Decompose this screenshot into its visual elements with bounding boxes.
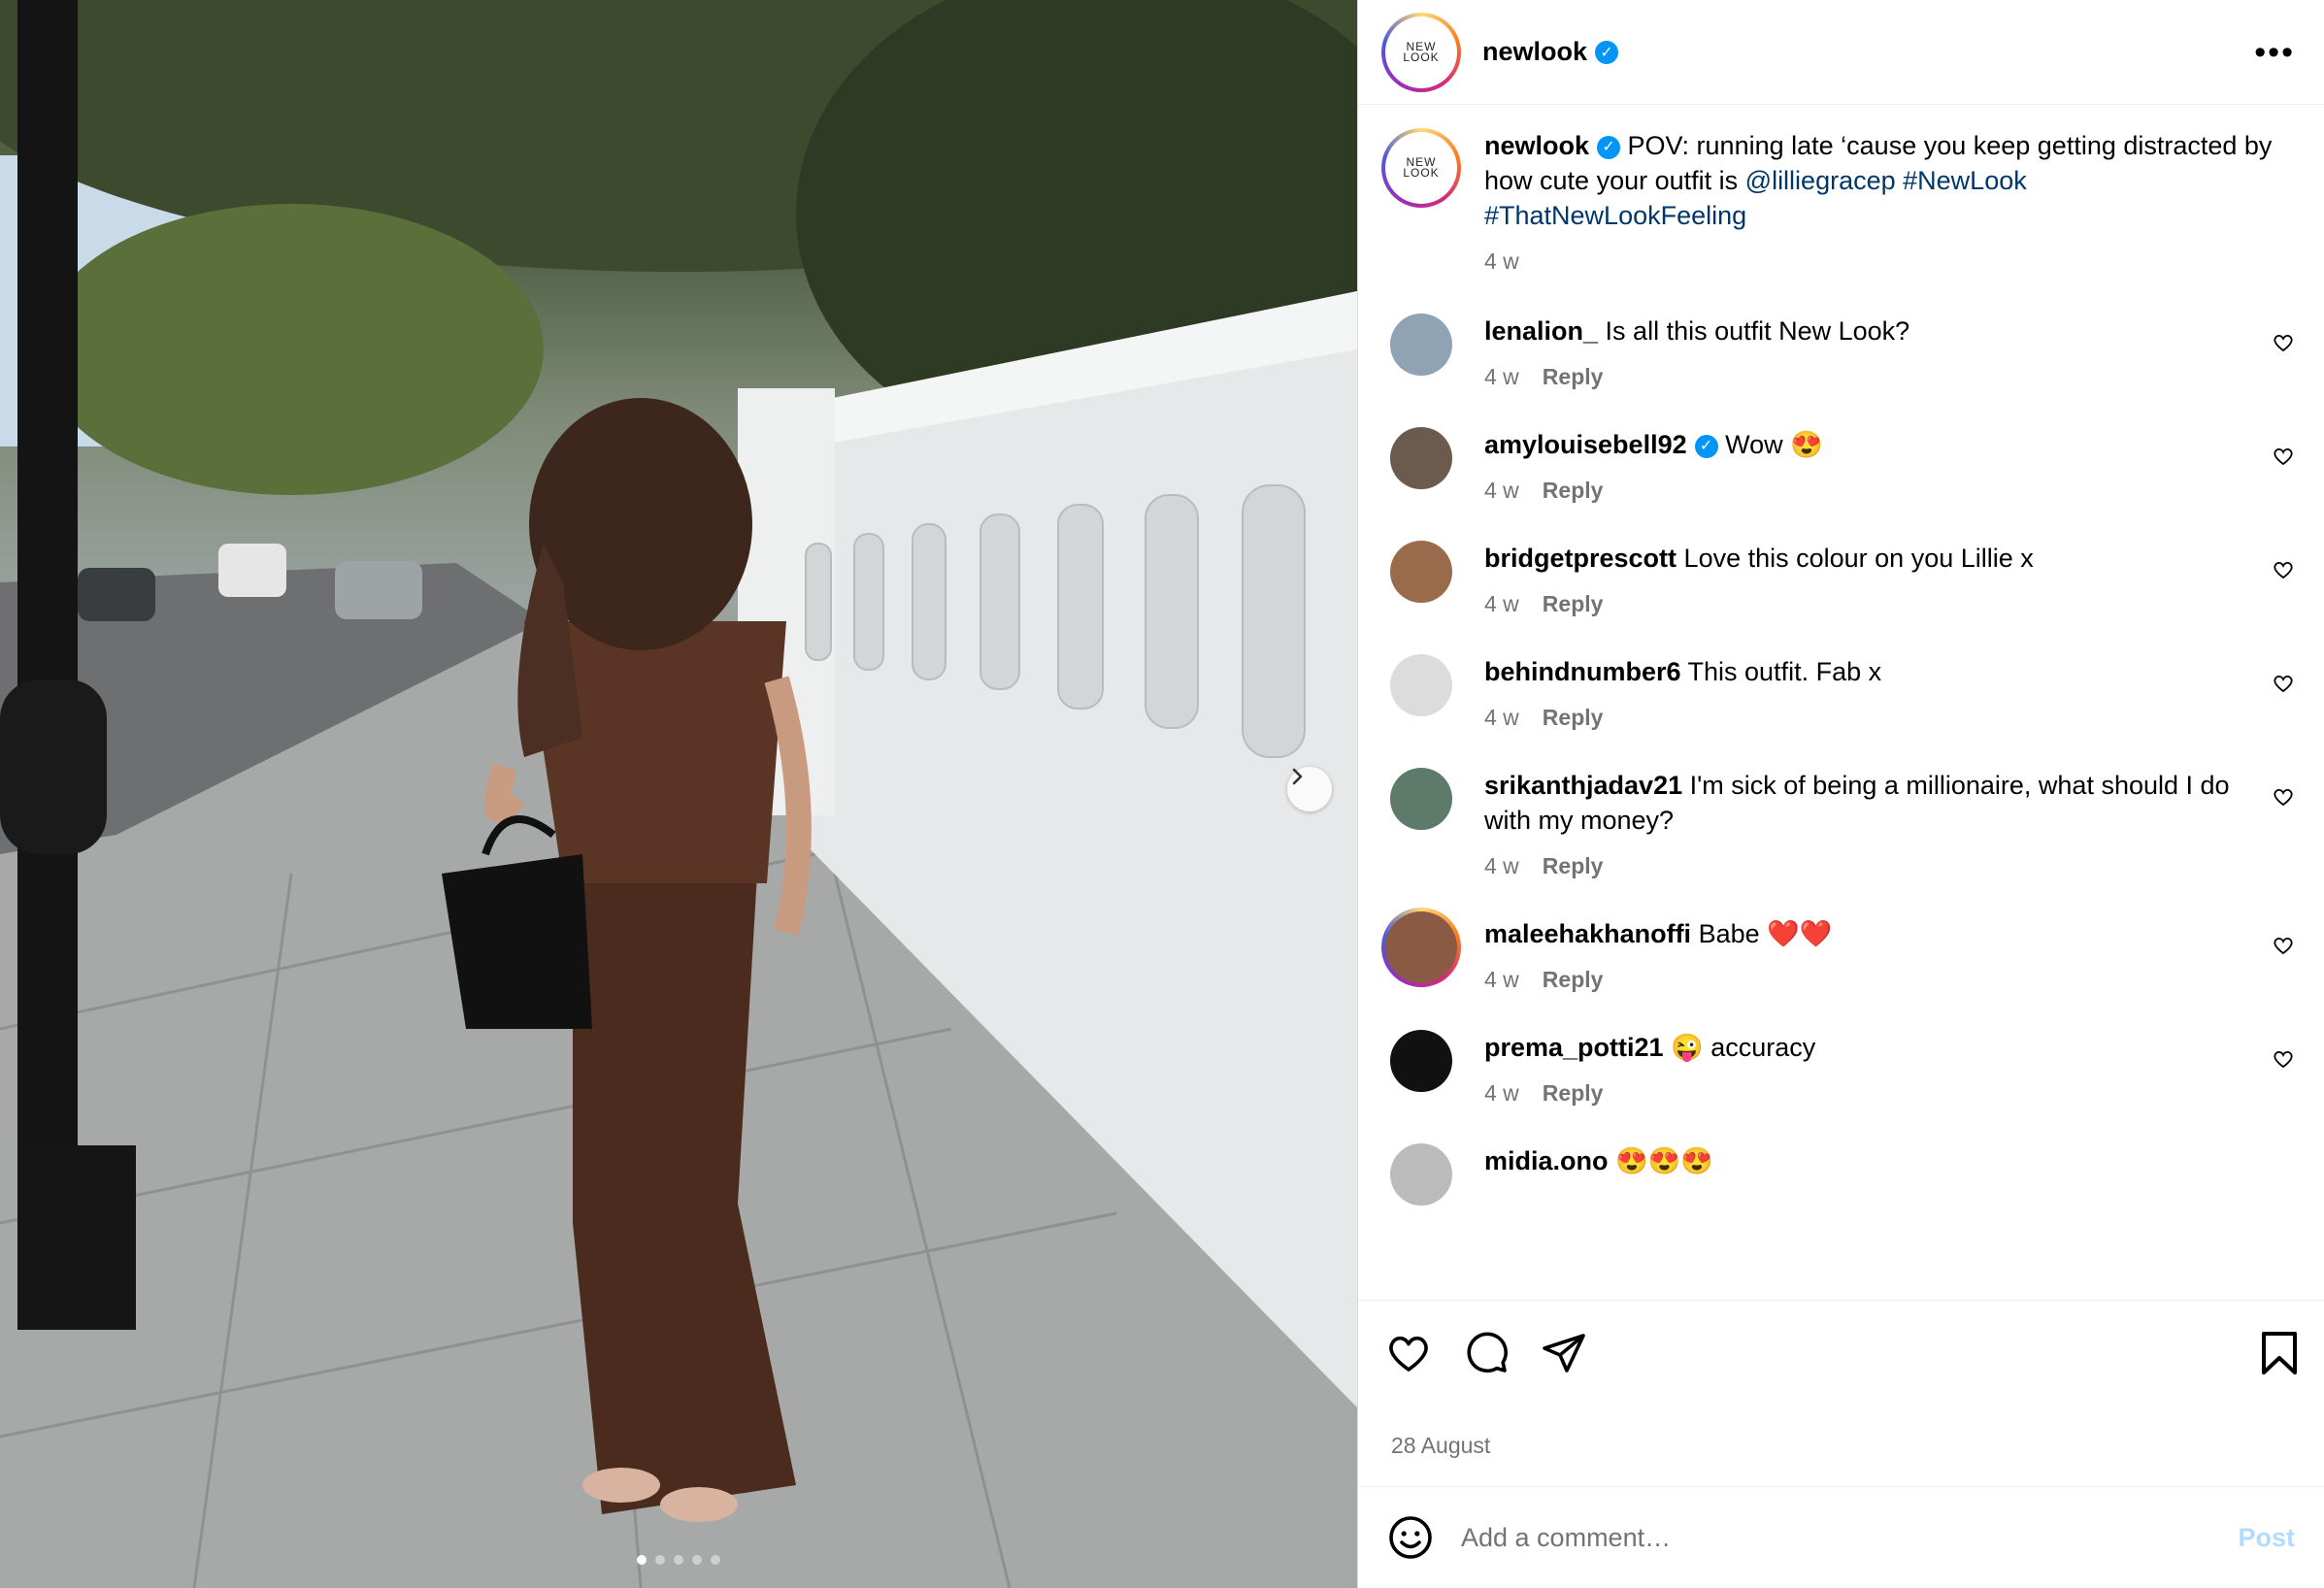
verified-badge-icon: ✓ xyxy=(1595,40,1619,64)
post-date[interactable]: 28 August xyxy=(1358,1405,2324,1487)
comment-text: 😜 accuracy xyxy=(1671,1033,1816,1062)
comment-time[interactable]: 4 w xyxy=(1484,591,1519,617)
share-button[interactable] xyxy=(1541,1330,1587,1376)
comment-text: 😍😍😍 xyxy=(1615,1146,1713,1175)
comment-item: srikanthjadav21 I'm sick of being a mill… xyxy=(1381,768,2295,879)
author-username[interactable]: newlook xyxy=(1482,37,1587,67)
comment-input[interactable] xyxy=(1459,1521,2239,1554)
reply-button[interactable]: Reply xyxy=(1543,705,1604,731)
paper-plane-icon xyxy=(1543,1333,1585,1373)
comment-text: Love this colour on you Lillie x xyxy=(1683,544,2034,573)
comment-username[interactable]: prema_potti21 xyxy=(1484,1033,1664,1062)
comment-text: Babe ❤️❤️ xyxy=(1698,919,1833,948)
comment-username[interactable]: amylouisebell92 xyxy=(1484,430,1687,459)
commenter-avatar[interactable] xyxy=(1390,1030,1452,1092)
verified-badge-icon: ✓ xyxy=(1694,434,1718,458)
commenter-avatar[interactable] xyxy=(1381,908,1461,987)
comment-item: bridgetprescott Love this colour on you … xyxy=(1381,541,2295,617)
carousel-dot xyxy=(711,1555,720,1565)
comment-username[interactable]: midia.ono xyxy=(1484,1146,1609,1175)
carousel-dot xyxy=(655,1555,665,1565)
caption-text: newlook ✓ POV: running late ‘cause you ke… xyxy=(1484,128,2295,233)
comment-username[interactable]: srikanthjadav21 xyxy=(1484,771,1682,800)
comment-button[interactable] xyxy=(1463,1330,1510,1376)
caption-avatar[interactable]: NEW LOOK xyxy=(1381,128,1461,208)
carousel-indicator xyxy=(0,1555,1357,1565)
commenter-avatar[interactable] xyxy=(1390,314,1452,376)
reply-button[interactable]: Reply xyxy=(1543,364,1604,390)
like-button[interactable] xyxy=(1385,1330,1432,1376)
heart-icon[interactable] xyxy=(2272,672,2295,695)
comment-time[interactable]: 4 w xyxy=(1484,1080,1519,1107)
chevron-right-icon xyxy=(1292,768,1303,785)
comment-username[interactable]: bridgetprescott xyxy=(1484,544,1677,573)
comment-text: Is all this outfit New Look? xyxy=(1605,316,1910,346)
verified-badge-icon: ✓ xyxy=(1597,135,1621,159)
add-comment-bar: Post xyxy=(1358,1487,2324,1588)
post-side-panel: NEW LOOK newlook ✓ ••• NEW LOOK newlook ✓… xyxy=(1357,0,2324,1588)
heart-icon[interactable] xyxy=(2272,934,2295,957)
comment-item: midia.ono 😍😍😍 xyxy=(1381,1143,2295,1206)
reply-button[interactable]: Reply xyxy=(1543,591,1604,617)
comment-item: lenalion_ Is all this outfit New Look? 4… xyxy=(1381,314,2295,390)
comment-item: prema_potti21 😜 accuracy 4 w Reply xyxy=(1381,1030,2295,1107)
caption: NEW LOOK newlook ✓ POV: running late ‘cau… xyxy=(1381,128,2295,275)
hashtag-link[interactable]: #NewLook xyxy=(1903,166,2027,195)
heart-icon[interactable] xyxy=(2272,331,2295,354)
carousel-dot xyxy=(637,1555,647,1565)
author-avatar[interactable]: NEW LOOK xyxy=(1381,12,1461,92)
reply-button[interactable]: Reply xyxy=(1543,1080,1604,1107)
carousel-dot xyxy=(674,1555,683,1565)
commenter-avatar[interactable] xyxy=(1390,768,1452,830)
post-photo[interactable] xyxy=(0,0,1357,1588)
heart-icon[interactable] xyxy=(2272,558,2295,581)
heart-icon[interactable] xyxy=(2272,785,2295,809)
commenter-avatar[interactable] xyxy=(1390,1143,1452,1206)
caption-time[interactable]: 4 w xyxy=(1484,248,1519,275)
reply-button[interactable]: Reply xyxy=(1543,967,1604,993)
comment-username[interactable]: behindnumber6 xyxy=(1484,657,1681,686)
comment-username[interactable]: maleehakhanoffi xyxy=(1484,919,1691,948)
heart-icon[interactable] xyxy=(2272,445,2295,468)
commenter-avatar[interactable] xyxy=(1390,541,1452,603)
comment-time[interactable]: 4 w xyxy=(1484,967,1519,993)
street-scene-illustration xyxy=(0,0,1357,1588)
ellipsis-icon[interactable]: ••• xyxy=(2254,36,2295,69)
post-header: NEW LOOK newlook ✓ ••• xyxy=(1358,0,2324,105)
save-button[interactable] xyxy=(2258,1330,2301,1376)
comment-item: maleehakhanoffi Babe ❤️❤️ 4 w Reply xyxy=(1381,908,2295,993)
carousel-next-button[interactable] xyxy=(1287,767,1332,811)
comments-list[interactable]: NEW LOOK newlook ✓ POV: running late ‘cau… xyxy=(1358,105,2324,1300)
commenter-avatar[interactable] xyxy=(1390,654,1452,716)
comment-icon xyxy=(1467,1332,1509,1373)
mention-link[interactable]: @lilliegracep xyxy=(1745,166,1896,195)
comment-item: amylouisebell92 ✓ Wow 😍 4 w Reply xyxy=(1381,427,2295,504)
hashtag-link[interactable]: #ThatNewLookFeeling xyxy=(1484,201,1746,230)
bookmark-icon xyxy=(2262,1331,2297,1374)
smiley-icon[interactable] xyxy=(1387,1514,1434,1561)
comment-time[interactable]: 4 w xyxy=(1484,478,1519,504)
post-actions xyxy=(1358,1300,2324,1405)
reply-button[interactable]: Reply xyxy=(1543,478,1604,504)
carousel-dot xyxy=(692,1555,702,1565)
comment-time[interactable]: 4 w xyxy=(1484,364,1519,390)
heart-icon[interactable] xyxy=(2272,1047,2295,1071)
comment-item: behindnumber6 This outfit. Fab x 4 w Repl… xyxy=(1381,654,2295,731)
avatar-logo-text: LOOK xyxy=(1403,50,1440,64)
caption-username[interactable]: newlook xyxy=(1484,131,1589,160)
comment-username[interactable]: lenalion_ xyxy=(1484,316,1598,346)
reply-button[interactable]: Reply xyxy=(1543,853,1604,879)
comment-text: Wow 😍 xyxy=(1725,430,1823,459)
post-comment-button[interactable]: Post xyxy=(2238,1523,2295,1553)
heart-icon xyxy=(1389,1336,1428,1372)
avatar-logo-text: LOOK xyxy=(1403,166,1440,180)
comment-time[interactable]: 4 w xyxy=(1484,705,1519,731)
commenter-avatar[interactable] xyxy=(1390,427,1452,489)
comment-text: This outfit. Fab x xyxy=(1687,657,1882,686)
comment-time[interactable]: 4 w xyxy=(1484,853,1519,879)
